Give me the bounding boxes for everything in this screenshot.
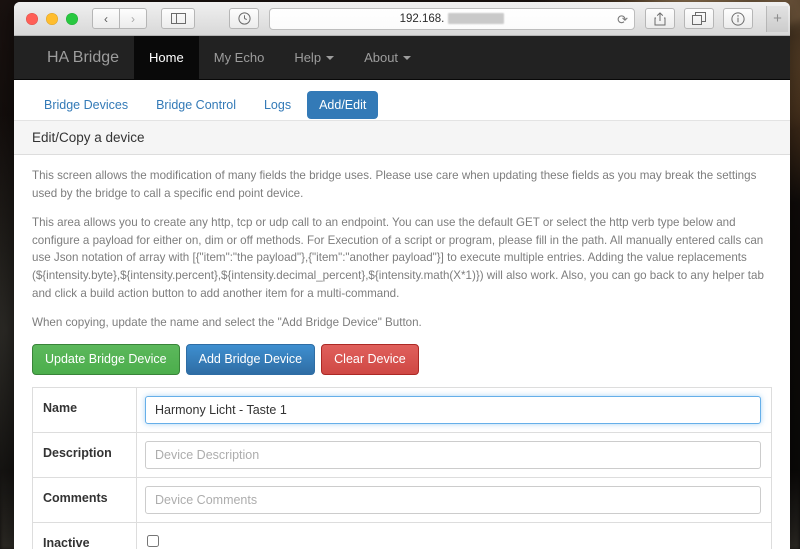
close-window-button[interactable] bbox=[26, 12, 38, 25]
field-label-name: Name bbox=[32, 387, 137, 433]
navbar-items: Home My Echo Help About bbox=[134, 36, 426, 79]
minimize-window-button[interactable] bbox=[46, 12, 58, 25]
address-bar-redacted-block bbox=[448, 13, 505, 24]
window-controls[interactable] bbox=[22, 12, 78, 25]
sidebar-icon[interactable] bbox=[161, 8, 195, 29]
clear-device-button[interactable]: Clear Device bbox=[321, 343, 419, 375]
field-label-inactive: Inactive bbox=[32, 522, 137, 549]
field-cell-description bbox=[137, 432, 772, 477]
address-bar-text: 192.168. bbox=[400, 13, 505, 25]
navbar-item-label: About bbox=[364, 50, 399, 65]
update-bridge-device-button[interactable]: Update Bridge Device bbox=[32, 343, 180, 375]
tab-bridge-devices[interactable]: Bridge Devices bbox=[32, 91, 140, 119]
field-label-comments: Comments bbox=[32, 477, 137, 523]
chevron-down-icon bbox=[403, 55, 412, 60]
add-bridge-device-button[interactable]: Add Bridge Device bbox=[185, 343, 316, 375]
sub-navigation-tabs: Bridge Devices Bridge Control Logs Add/E… bbox=[14, 80, 790, 120]
table-row: Inactive bbox=[32, 522, 772, 549]
intro-paragraph-2: This area allows you to create any http,… bbox=[32, 216, 764, 300]
table-row: Comments bbox=[32, 477, 772, 523]
browser-toolbar: ‹ › 192.168. ⟳ + bbox=[14, 2, 790, 36]
tab-add-edit[interactable]: Add/Edit bbox=[307, 90, 379, 120]
page-content: HA Bridge Home My Echo Help About Bridge… bbox=[14, 36, 790, 549]
address-bar-value: 192.168. bbox=[399, 12, 445, 25]
navigation-buttons[interactable]: ‹ › bbox=[92, 8, 147, 29]
intro-paragraph-1: This screen allows the modification of m… bbox=[32, 169, 757, 200]
table-row: Name bbox=[32, 387, 772, 433]
navbar-item-my-echo[interactable]: My Echo bbox=[199, 36, 280, 79]
description-input[interactable] bbox=[145, 440, 761, 469]
address-bar[interactable]: 192.168. ⟳ bbox=[269, 7, 635, 30]
maximize-window-button[interactable] bbox=[66, 12, 78, 25]
field-cell-inactive bbox=[137, 522, 772, 549]
panel-title: Edit/Copy a device bbox=[14, 120, 790, 155]
table-row: Description bbox=[32, 432, 772, 478]
new-tab-button[interactable]: + bbox=[766, 5, 788, 32]
navbar-item-label: My Echo bbox=[213, 50, 265, 65]
share-icon[interactable] bbox=[645, 8, 675, 29]
forward-icon[interactable]: › bbox=[119, 8, 147, 29]
panel-body: This screen allows the modification of m… bbox=[14, 155, 790, 549]
toolbar-right-buttons: + bbox=[645, 5, 788, 32]
navbar-item-home[interactable]: Home bbox=[134, 36, 199, 79]
action-button-row: Update Bridge Device Add Bridge Device C… bbox=[32, 343, 772, 375]
history-clock-icon[interactable] bbox=[229, 8, 259, 29]
browser-window: ‹ › 192.168. ⟳ + HA Bridge Home My Echo … bbox=[14, 2, 790, 549]
tab-logs[interactable]: Logs bbox=[252, 91, 303, 119]
back-icon[interactable]: ‹ bbox=[92, 8, 120, 29]
intro-paragraph-3: When copying, update the name and select… bbox=[32, 316, 422, 330]
info-icon[interactable] bbox=[723, 8, 753, 29]
navbar-item-about[interactable]: About bbox=[349, 36, 426, 79]
navbar-item-help[interactable]: Help bbox=[279, 36, 349, 79]
navbar-item-label: Help bbox=[294, 50, 322, 65]
app-brand[interactable]: HA Bridge bbox=[32, 36, 134, 79]
device-form-table: Name Description Comments bbox=[32, 386, 772, 549]
comments-input[interactable] bbox=[145, 485, 761, 514]
tab-bridge-control[interactable]: Bridge Control bbox=[144, 91, 248, 119]
navbar-item-label: Home bbox=[149, 50, 184, 65]
show-all-tabs-icon[interactable] bbox=[684, 8, 714, 29]
name-input[interactable] bbox=[145, 395, 761, 424]
field-cell-name bbox=[137, 387, 772, 432]
reload-icon[interactable]: ⟳ bbox=[617, 12, 628, 27]
app-navbar: HA Bridge Home My Echo Help About bbox=[14, 36, 790, 80]
field-cell-comments bbox=[137, 477, 772, 522]
field-label-description: Description bbox=[32, 432, 137, 478]
inactive-checkbox[interactable] bbox=[147, 534, 159, 547]
desktop-background: ‹ › 192.168. ⟳ + HA Bridge Home My Echo … bbox=[0, 0, 800, 549]
chevron-down-icon bbox=[326, 55, 335, 60]
